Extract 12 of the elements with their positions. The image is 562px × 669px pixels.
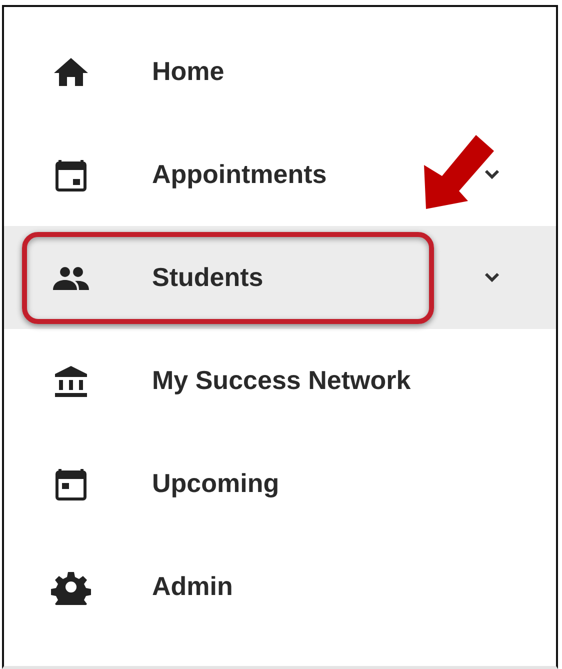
menu-item[interactable]: Admin <box>4 535 556 638</box>
menu-item[interactable]: Home <box>4 20 556 123</box>
menu-label: Appointments <box>152 158 327 191</box>
menu-item[interactable]: Students <box>4 226 556 329</box>
menu-item[interactable]: Upcoming <box>4 432 556 535</box>
menu-label: Admin <box>152 570 233 603</box>
menu-label: Upcoming <box>152 467 280 500</box>
menu-label: Home <box>152 55 224 88</box>
menu-label: My Success Network <box>152 364 411 397</box>
menu-label: Students <box>152 261 264 294</box>
menu-item[interactable]: Appointments <box>4 123 556 226</box>
menu-item[interactable]: My Success Network <box>4 329 556 432</box>
